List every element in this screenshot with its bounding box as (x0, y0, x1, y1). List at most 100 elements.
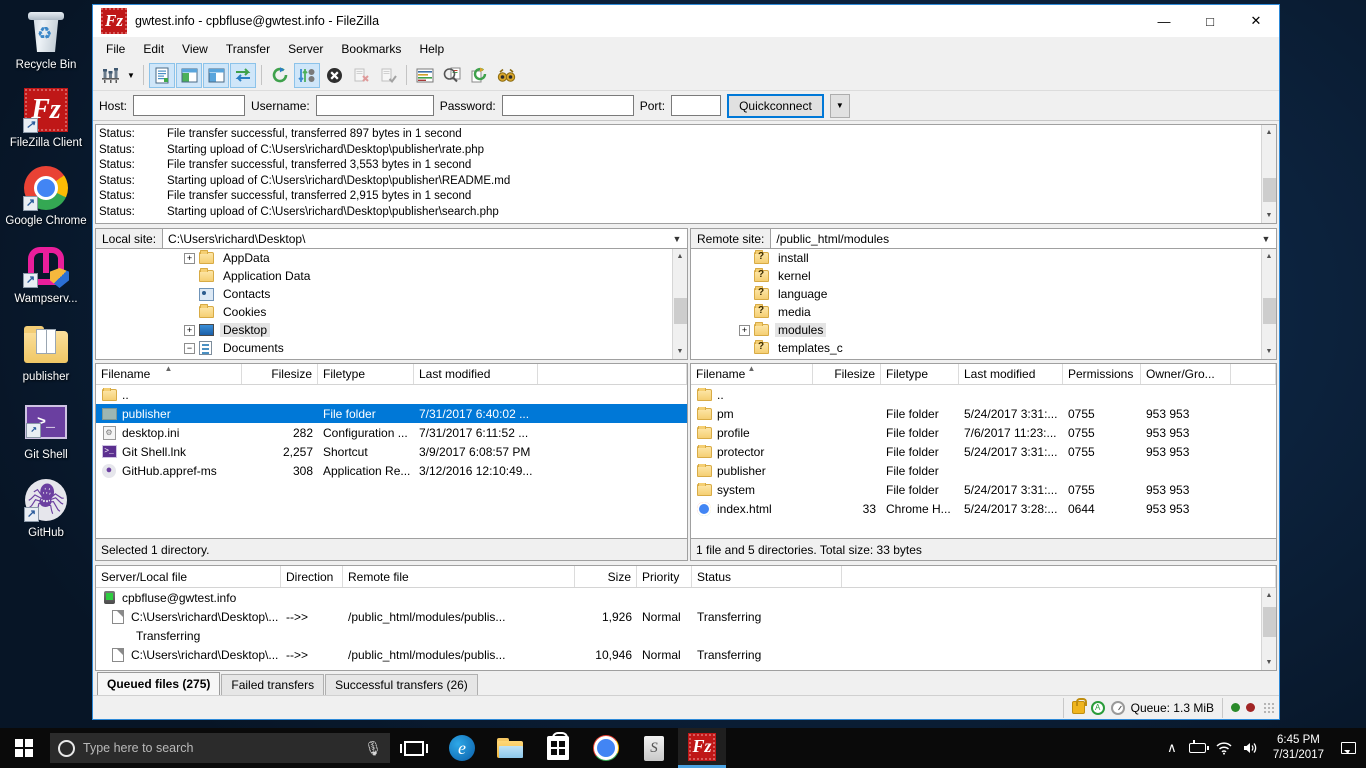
message-log-scrollbar[interactable]: ▲ ▼ (1261, 125, 1276, 223)
table-row[interactable]: .. (691, 385, 1276, 404)
local-tree-node-desktop[interactable]: + Desktop (96, 321, 672, 339)
tab-successful-transfers[interactable]: Successful transfers (26) (325, 674, 478, 695)
wifi-icon[interactable] (1211, 728, 1237, 768)
minimize-button[interactable]: — (1141, 5, 1187, 37)
column-header-priority[interactable]: Priority (637, 566, 692, 587)
expand-icon[interactable]: + (184, 324, 195, 336)
table-row[interactable]: >_ Git Shell.lnk 2,257 Shortcut 3/9/2017… (96, 442, 687, 461)
remote-site-path-combo[interactable]: /public_html/modules ▼ (770, 228, 1277, 249)
transfer-queue-scrollbar[interactable]: ▲ ▼ (1261, 588, 1276, 670)
column-header-filesize[interactable]: Filesize (242, 364, 318, 384)
remote-tree-node[interactable]: install (691, 249, 1261, 267)
local-tree-scrollbar[interactable]: ▲ ▼ (672, 249, 687, 359)
table-row[interactable]: publisher File folder (691, 461, 1276, 480)
desktop-icon-wampserver[interactable]: Wampserv... (4, 242, 88, 306)
local-tree-node[interactable]: − Documents (96, 339, 672, 357)
search-input[interactable]: Type here to search 🎙 (50, 733, 390, 763)
menu-item-bookmarks[interactable]: Bookmarks (332, 39, 410, 59)
scroll-thumb[interactable] (1262, 298, 1276, 324)
window-titlebar[interactable]: Fz gwtest.info - cpbfluse@gwtest.info - … (93, 5, 1279, 37)
show-hidden-icons-chevron-icon[interactable]: ∧ (1159, 728, 1185, 768)
edge-icon[interactable]: e (438, 728, 486, 768)
column-header-filetype[interactable]: Filetype (318, 364, 414, 384)
find-files-icon[interactable] (493, 63, 519, 88)
quickconnect-button[interactable]: Quickconnect (727, 93, 824, 118)
site-manager-icon[interactable] (97, 63, 123, 88)
task-view-icon[interactable] (390, 728, 438, 768)
cancel-operation-icon[interactable] (321, 63, 347, 88)
queue-server-row[interactable]: cpbfluse@gwtest.info (96, 588, 1261, 607)
collapse-icon[interactable]: − (184, 342, 195, 354)
column-header-last-modified[interactable]: Last modified (414, 364, 538, 384)
chrome-icon[interactable] (582, 728, 630, 768)
column-header-filetype[interactable]: Filetype (881, 364, 959, 384)
desktop-icon-publisher[interactable]: publisher (4, 320, 88, 384)
table-row[interactable]: publisher File folder 7/31/2017 6:40:02 … (96, 404, 687, 423)
column-header-last-modified[interactable]: Last modified (959, 364, 1063, 384)
password-input[interactable] (501, 95, 634, 116)
scroll-thumb[interactable] (673, 298, 687, 324)
menu-item-transfer[interactable]: Transfer (217, 39, 279, 59)
remote-tree-node[interactable]: media (691, 303, 1261, 321)
chevron-down-icon[interactable]: ▼ (669, 234, 685, 244)
menu-item-server[interactable]: Server (279, 39, 332, 59)
scroll-down-icon[interactable]: ▼ (672, 344, 687, 359)
quickconnect-dropdown-icon[interactable]: ▼ (829, 93, 850, 118)
chevron-down-icon[interactable]: ▼ (1258, 234, 1274, 244)
local-site-path-combo[interactable]: C:\Users\richard\Desktop\ ▼ (162, 228, 688, 249)
clock[interactable]: 6:45 PM 7/31/2017 (1263, 728, 1334, 768)
site-manager-dropdown-icon[interactable]: ▼ (124, 63, 138, 88)
table-row[interactable]: ⚙ desktop.ini 282 Configuration ... 7/31… (96, 423, 687, 442)
action-center-icon[interactable] (1334, 728, 1362, 768)
port-input[interactable] (671, 95, 722, 116)
remote-tree-node[interactable]: language (691, 285, 1261, 303)
scroll-track[interactable] (1261, 603, 1276, 655)
scroll-up-icon[interactable]: ▲ (672, 249, 687, 264)
windows-start-icon[interactable] (0, 728, 48, 768)
column-header-size[interactable]: Size (575, 566, 637, 587)
local-tree-node[interactable]: Contacts (96, 285, 672, 303)
tab-failed-transfers[interactable]: Failed transfers (221, 674, 325, 695)
scroll-down-icon[interactable]: ▼ (1261, 655, 1276, 670)
sublime-text-icon[interactable]: S (630, 728, 678, 768)
column-header-filesize[interactable]: Filesize (813, 364, 881, 384)
desktop-icon-google-chrome[interactable]: Google Chrome (4, 164, 88, 228)
table-row[interactable]: ● GitHub.appref-ms 308 Application Re...… (96, 461, 687, 480)
column-header-server-local-file[interactable]: Server/Local file (96, 566, 281, 587)
expand-icon[interactable]: + (739, 324, 750, 336)
remote-tree-scrollbar[interactable]: ▲ ▼ (1261, 249, 1276, 359)
desktop-icon-github[interactable]: 🕷 GitHub (4, 476, 88, 540)
menu-item-view[interactable]: View (173, 39, 217, 59)
volume-icon[interactable] (1237, 728, 1263, 768)
microsoft-store-icon[interactable] (534, 728, 582, 768)
directory-comparison-icon[interactable] (439, 63, 465, 88)
queue-sub-row[interactable]: Transferring (96, 626, 1261, 645)
speed-limit-icon[interactable] (1110, 700, 1125, 715)
resize-grip[interactable] (1263, 701, 1275, 714)
process-queue-icon[interactable] (294, 62, 320, 88)
shield-icon[interactable]: A (1090, 700, 1105, 715)
toggle-remote-tree-icon[interactable] (203, 62, 229, 88)
transfer-queue[interactable]: Server/Local file Direction Remote file … (95, 565, 1277, 671)
toggle-message-log-icon[interactable] (149, 62, 175, 88)
menu-item-help[interactable]: Help (410, 39, 453, 59)
column-header-filename[interactable]: ▲ Filename (96, 364, 242, 384)
close-button[interactable]: ✕ (1233, 5, 1279, 37)
local-tree-node[interactable]: + AppData (96, 249, 672, 267)
desktop-icon-recycle-bin[interactable]: ♻ Recycle Bin (4, 8, 88, 72)
scroll-down-icon[interactable]: ▼ (1261, 208, 1276, 223)
toggle-transfer-queue-icon[interactable] (230, 62, 256, 88)
scroll-thumb[interactable] (1262, 178, 1276, 202)
expand-icon[interactable]: + (184, 252, 195, 264)
desktop-icon-git-shell[interactable]: >_ Git Shell (4, 398, 88, 462)
scroll-down-icon[interactable]: ▼ (1261, 344, 1276, 359)
scroll-up-icon[interactable]: ▲ (1261, 588, 1276, 603)
scroll-track[interactable] (1261, 264, 1276, 344)
table-row[interactable]: profile File folder 7/6/2017 11:23:... 0… (691, 423, 1276, 442)
menu-item-edit[interactable]: Edit (134, 39, 173, 59)
maximize-button[interactable]: □ (1187, 5, 1233, 37)
remote-tree-node[interactable]: templates_c (691, 339, 1261, 357)
refresh-icon[interactable] (267, 63, 293, 88)
column-header-direction[interactable]: Direction (281, 566, 343, 587)
column-header-permissions[interactable]: Permissions (1063, 364, 1141, 384)
